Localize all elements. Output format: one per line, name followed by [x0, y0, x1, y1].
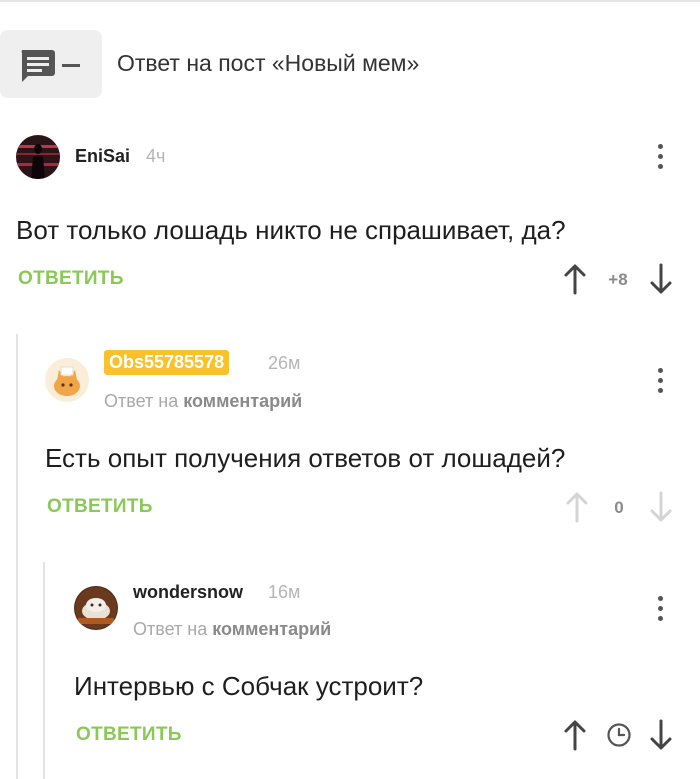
clock-icon	[607, 723, 631, 747]
rating-value: 0	[614, 498, 624, 517]
comment-author[interactable]: Obs55785578	[104, 350, 230, 375]
comment-author[interactable]: EniSai	[75, 146, 130, 167]
avatar[interactable]	[16, 135, 60, 179]
reply-note-link[interactable]: комментарий	[212, 619, 331, 639]
rating-value: +8	[608, 270, 628, 289]
more-menu-icon[interactable]	[651, 594, 671, 624]
downvote-arrow-icon[interactable]	[649, 719, 673, 751]
more-menu-icon[interactable]	[651, 142, 671, 172]
comment-text: Интервью с Собчак устроит?	[74, 671, 424, 701]
comment-time: 16м	[268, 582, 301, 602]
reply-note: Ответ на комментарий	[104, 391, 302, 412]
top-divider	[0, 0, 700, 2]
post-title[interactable]: Ответ на пост «Новый мем»	[117, 50, 419, 77]
thread-line	[43, 562, 45, 779]
downvote-arrow-icon[interactable]	[649, 491, 673, 523]
more-menu-icon[interactable]	[651, 366, 671, 396]
reply-button[interactable]: ОТВЕТИТЬ	[18, 268, 124, 290]
upvote-arrow-icon[interactable]	[563, 263, 587, 295]
avatar[interactable]	[74, 586, 118, 630]
comment-text: Есть опыт получения ответов от лошадей?	[45, 443, 566, 473]
post-header[interactable]: Ответ на пост «Новый мем»	[0, 30, 700, 100]
downvote-arrow-icon[interactable]	[649, 263, 673, 295]
reply-button[interactable]: ОТВЕТИТЬ	[76, 724, 182, 746]
comment-author[interactable]: wondersnow	[133, 582, 243, 603]
reply-button[interactable]: ОТВЕТИТЬ	[47, 496, 153, 518]
thread-line	[16, 334, 18, 779]
avatar[interactable]	[45, 358, 89, 402]
reply-note-prefix: Ответ на	[104, 391, 179, 411]
reply-note: Ответ на комментарий	[133, 619, 331, 640]
reply-note-prefix: Ответ на	[133, 619, 208, 639]
comment-time: 26м	[268, 353, 301, 373]
comment-text: Вот только лошадь никто не спрашивает, д…	[16, 215, 566, 245]
upvote-arrow-icon[interactable]	[563, 719, 587, 751]
reply-note-link[interactable]: комментарий	[183, 391, 302, 411]
post-icon-box	[0, 30, 102, 98]
comment-time: 4ч	[146, 146, 166, 166]
upvote-arrow-icon[interactable]	[565, 491, 589, 523]
comment-icon	[21, 50, 80, 82]
